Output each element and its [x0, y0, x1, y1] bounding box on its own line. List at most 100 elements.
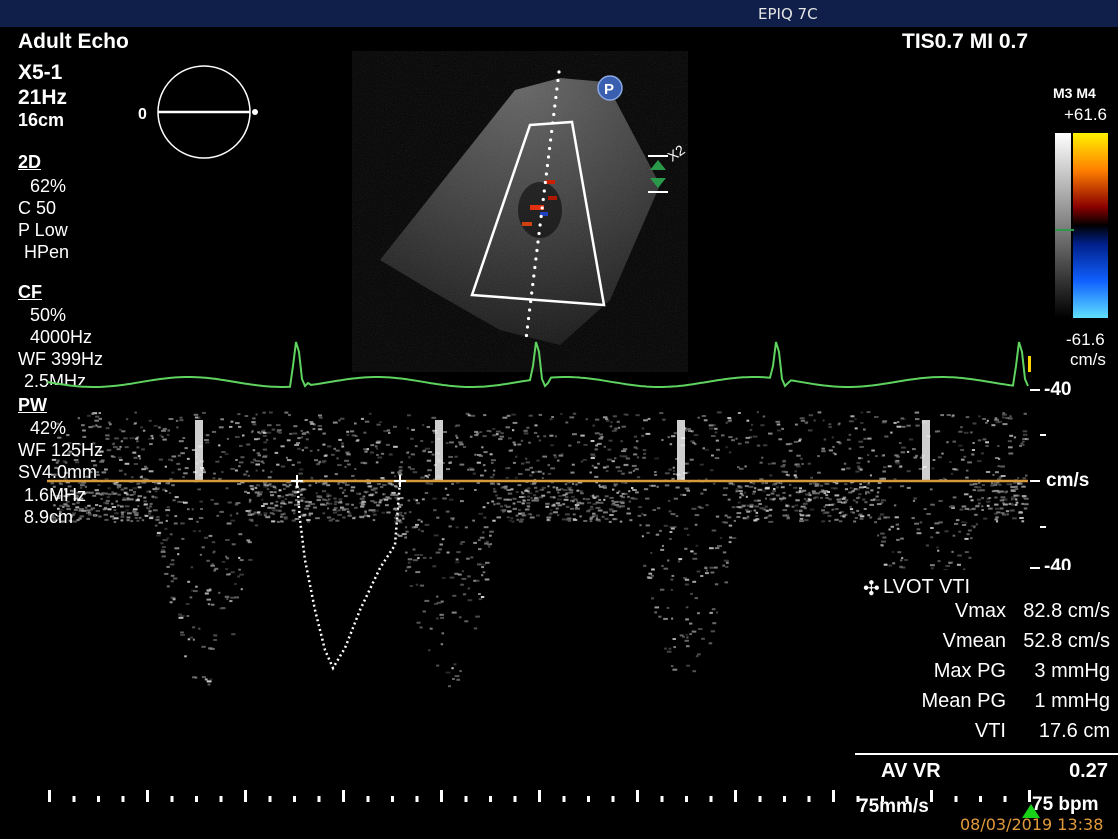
spectral-speckle	[313, 506, 318, 509]
spectral-speckle	[360, 417, 365, 420]
time-tick	[979, 796, 982, 802]
spectral-speckle	[440, 616, 445, 619]
spectral-speckle	[119, 445, 122, 448]
spectral-speckle	[958, 430, 963, 433]
spectral-speckle	[585, 498, 590, 501]
spectral-speckle	[528, 414, 533, 417]
spectral-speckle	[235, 502, 241, 504]
scan-line-dot	[524, 333, 529, 338]
spectral-speckle	[995, 516, 999, 519]
spectral-speckle	[728, 524, 733, 527]
spectral-speckle	[493, 469, 496, 472]
spectral-speckle	[332, 511, 338, 514]
spectral-speckle	[694, 514, 700, 517]
spectral-speckle	[834, 508, 839, 511]
spectral-speckle	[455, 434, 458, 437]
spectral-speckle	[126, 516, 131, 519]
spectral-speckle	[844, 483, 848, 486]
spectral-speckle	[1015, 501, 1019, 504]
spectral-speckle	[171, 484, 175, 487]
spectral-speckle	[1022, 430, 1028, 433]
spectral-speckle	[201, 676, 206, 679]
velocity-scale	[1030, 389, 1046, 569]
spectral-speckle	[859, 446, 865, 448]
spectral-speckle	[590, 505, 594, 508]
spectral-speckle	[86, 517, 90, 520]
spectral-speckle	[735, 488, 739, 491]
spectral-speckle	[331, 453, 335, 456]
spectral-speckle	[880, 544, 884, 547]
spectral-speckle	[255, 469, 258, 472]
spectral-speckle	[539, 488, 543, 491]
spectral-speckle	[410, 437, 414, 440]
spectral-speckle	[190, 566, 194, 569]
spectral-speckle	[317, 428, 323, 431]
spectral-speckle	[745, 508, 749, 511]
spectral-speckle	[129, 437, 135, 440]
spectral-speckle	[421, 530, 424, 533]
spectral-speckle	[823, 490, 829, 493]
scan-line-dot	[555, 87, 559, 91]
spectral-speckle	[645, 524, 650, 527]
spectral-speckle	[834, 453, 837, 456]
spectral-speckle	[603, 445, 606, 448]
color-bar-max: +61.6	[1064, 105, 1108, 124]
spectral-speckle	[429, 627, 433, 630]
spectral-speckle	[780, 482, 783, 485]
spectral-speckle	[489, 453, 493, 456]
spectral-speckle	[632, 489, 637, 491]
spectral-speckle	[689, 458, 694, 461]
spectral-speckle	[142, 429, 146, 432]
spectral-speckle	[904, 559, 909, 561]
spectral-speckle	[604, 495, 609, 498]
spectral-speckle	[608, 520, 612, 523]
spectral-speckle	[941, 452, 944, 455]
spectral-speckle	[182, 476, 185, 478]
spectral-speckle	[870, 499, 875, 502]
spectral-speckle	[776, 423, 781, 426]
spectral-speckle	[243, 473, 247, 476]
spectral-speckle	[432, 497, 437, 500]
spectral-speckle	[670, 578, 674, 581]
spectral-speckle	[803, 507, 807, 510]
spectral-speckle	[218, 591, 221, 594]
spectral-speckle	[488, 545, 491, 548]
spectral-speckle	[422, 610, 426, 613]
spectral-speckle	[643, 419, 648, 422]
spectral-speckle	[766, 494, 771, 496]
spectral-speckle	[282, 483, 287, 486]
spectral-speckle	[847, 438, 851, 441]
spectral-speckle	[301, 436, 304, 439]
spectral-speckle	[253, 486, 257, 489]
spectral-speckle	[517, 443, 522, 446]
spectral-speckle	[565, 513, 570, 516]
spectral-speckle	[113, 446, 118, 449]
scan-line-dot	[551, 121, 555, 125]
spectral-speckle	[455, 561, 460, 564]
spectral-speckle	[408, 456, 411, 459]
spectral-speckle	[705, 569, 708, 572]
spectral-speckle	[628, 500, 631, 503]
spectral-speckle	[341, 491, 345, 494]
spectral-speckle	[484, 469, 487, 472]
spectral-speckle	[91, 412, 94, 415]
spectral-speckle	[257, 437, 261, 440]
spectral-speckle	[752, 482, 756, 485]
scan-line-dot	[544, 172, 549, 176]
spectral-speckle	[493, 490, 497, 493]
spectral-speckle	[971, 453, 975, 456]
spectral-speckle	[473, 627, 478, 630]
spectral-speckle	[597, 520, 602, 523]
spectral-speckle	[468, 467, 474, 469]
spectral-speckle	[383, 498, 389, 501]
spectral-speckle	[895, 462, 901, 465]
spectral-speckle	[280, 513, 284, 516]
spectral-speckle	[874, 521, 878, 524]
spectral-speckle	[137, 486, 142, 489]
spectral-speckle	[191, 508, 194, 511]
spectral-speckle	[77, 417, 80, 420]
spectral-speckle	[659, 529, 662, 532]
spectral-speckle	[218, 444, 221, 447]
spectral-speckle	[499, 435, 505, 438]
spectral-speckle	[467, 575, 471, 578]
